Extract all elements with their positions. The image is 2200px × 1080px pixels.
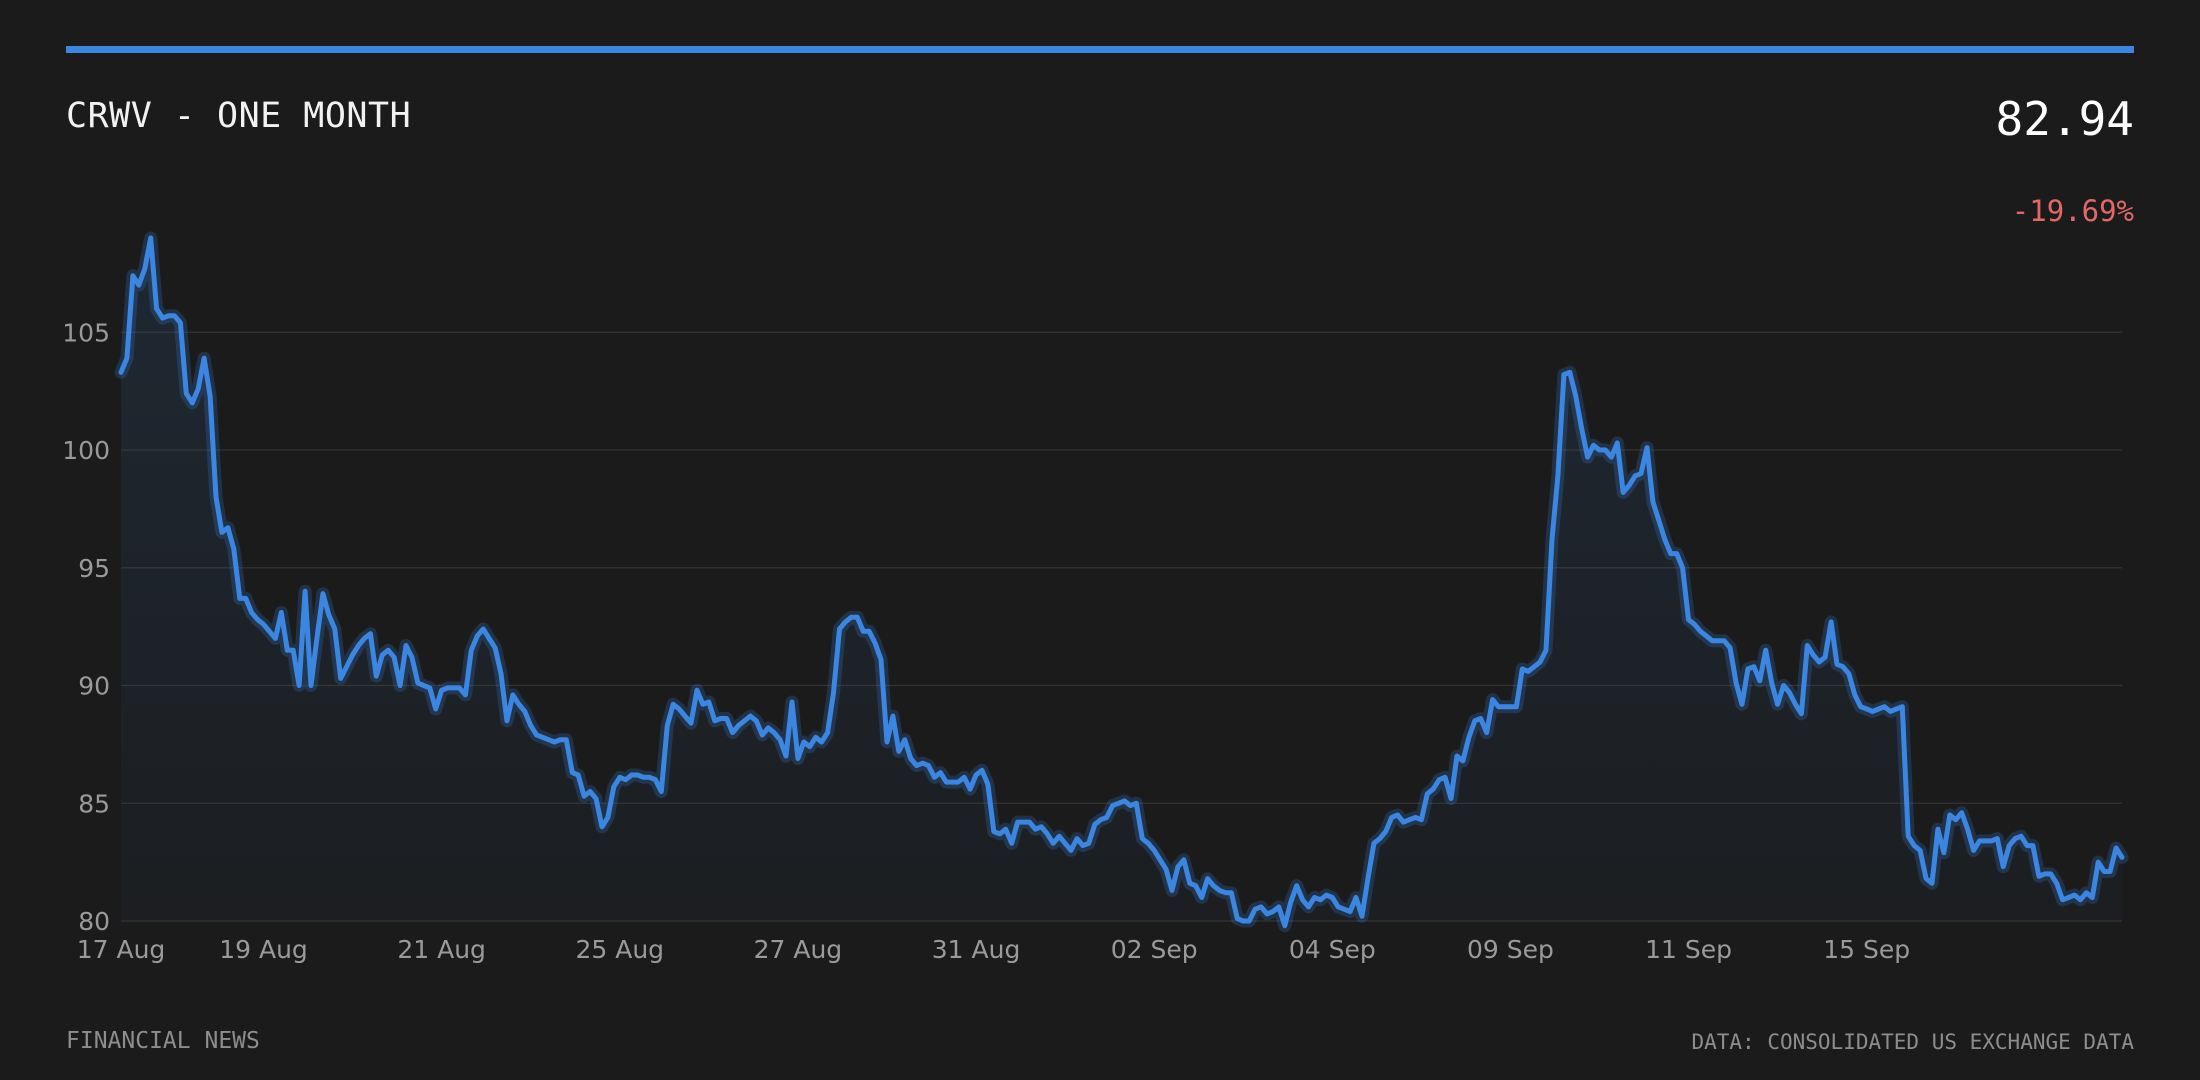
data-source-note: DATA: CONSOLIDATED US EXCHANGE DATA <box>1691 1030 2134 1054</box>
y-tick-label: 90 <box>78 672 110 701</box>
x-tick-label: 09 Sep <box>1467 935 1554 964</box>
x-tick-label: 27 Aug <box>754 935 843 964</box>
y-tick-label: 95 <box>78 554 110 583</box>
x-tick-label: 04 Sep <box>1289 935 1376 964</box>
price-area-fill <box>121 238 2122 926</box>
y-axis-ticks: 80 85 90 95 100 105 <box>62 318 110 936</box>
x-tick-label: 21 Aug <box>397 935 486 964</box>
x-tick-label: 25 Aug <box>575 935 664 964</box>
x-tick-label: 11 Sep <box>1645 935 1732 964</box>
y-tick-label: 85 <box>78 789 110 818</box>
price-chart: 80 85 90 95 100 105 17 Aug 19 Aug 21 Aug 25 Aug 2… <box>62 231 2129 964</box>
x-tick-label: 31 Aug <box>932 935 1021 964</box>
x-tick-label: 15 Sep <box>1823 935 1910 964</box>
y-tick-label: 100 <box>62 436 110 465</box>
x-tick-label: 17 Aug <box>77 935 166 964</box>
x-axis-ticks: 17 Aug 19 Aug 21 Aug 25 Aug 27 Aug 31 Aug 02 S… <box>77 935 1910 964</box>
x-tick-label: 02 Sep <box>1111 935 1198 964</box>
source-brand: FINANCIAL NEWS <box>66 1028 260 1054</box>
y-tick-label: 80 <box>78 907 110 936</box>
y-tick-label: 105 <box>62 318 110 347</box>
x-tick-label: 19 Aug <box>219 935 308 964</box>
